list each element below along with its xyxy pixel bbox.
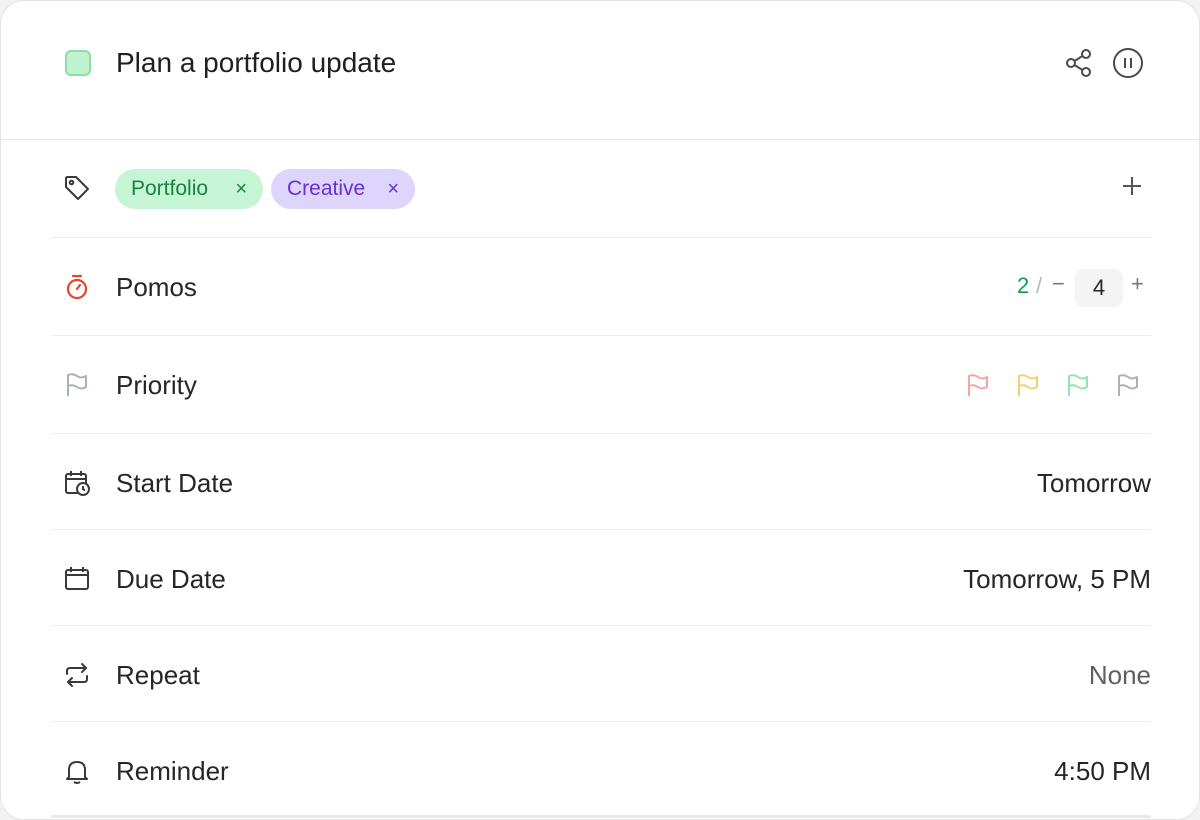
task-header: Plan a portfolio update <box>1 1 1199 140</box>
due-date-row[interactable]: Due Date Tomorrow, 5 PM <box>51 529 1151 626</box>
repeat-row[interactable]: Repeat None <box>51 625 1151 722</box>
task-checkbox[interactable] <box>65 50 91 76</box>
pomos-completed: 2 <box>1017 273 1030 298</box>
decrement-pomos-button[interactable]: − <box>1052 271 1065 297</box>
scroll-divider <box>51 815 1151 818</box>
due-date-value[interactable]: Tomorrow, 5 PM <box>963 562 1151 596</box>
remove-tag-icon[interactable]: × <box>387 169 399 209</box>
tags-row: Portfolio × Creative × <box>51 139 1151 238</box>
priority-high-flag-icon[interactable] <box>965 372 991 398</box>
priority-medium-flag-icon[interactable] <box>1015 372 1041 398</box>
start-date-label: Start Date <box>116 468 234 498</box>
start-date-value[interactable]: Tomorrow <box>1037 466 1151 500</box>
pomos-separator: / <box>1036 273 1043 298</box>
priority-label: Priority <box>116 370 197 400</box>
tag-chip-creative[interactable]: Creative × <box>271 169 415 209</box>
stopwatch-icon <box>66 274 88 300</box>
tag-label: Portfolio <box>131 177 209 200</box>
flag-icon <box>67 373 87 396</box>
repeat-label: Repeat <box>116 660 200 690</box>
pause-circle-icon[interactable] <box>1112 47 1144 79</box>
remove-tag-icon[interactable]: × <box>235 169 247 209</box>
priority-row: Priority <box>51 335 1151 434</box>
tag-icon <box>65 176 89 200</box>
share-icon[interactable] <box>1063 47 1095 79</box>
tag-label: Creative <box>287 177 366 200</box>
reminder-label: Reminder <box>116 756 229 786</box>
pomos-label: Pomos <box>116 272 197 302</box>
due-date-label: Due Date <box>116 564 226 594</box>
task-title[interactable]: Plan a portfolio update <box>116 45 396 81</box>
bell-icon <box>66 761 88 784</box>
calendar-icon <box>65 567 89 590</box>
priority-none-flag-icon[interactable] <box>1115 372 1141 398</box>
start-date-row[interactable]: Start Date Tomorrow <box>51 433 1151 530</box>
tag-chip-portfolio[interactable]: Portfolio × <box>115 169 263 209</box>
repeat-value[interactable]: None <box>1089 658 1151 692</box>
pomos-estimate-field[interactable]: 4 <box>1075 269 1123 307</box>
plus-icon[interactable] <box>1121 175 1143 197</box>
pomos-row: Pomos 2 / − 4 + <box>51 237 1151 336</box>
task-detail-card: Plan a portfolio update Portfolio × Crea… <box>0 0 1200 820</box>
repeat-icon <box>66 663 88 687</box>
calendar-clock-icon <box>65 471 90 496</box>
reminder-value[interactable]: 4:50 PM <box>1054 754 1151 788</box>
priority-low-flag-icon[interactable] <box>1065 372 1091 398</box>
increment-pomos-button[interactable]: + <box>1131 271 1144 297</box>
reminder-row[interactable]: Reminder 4:50 PM <box>51 721 1151 817</box>
